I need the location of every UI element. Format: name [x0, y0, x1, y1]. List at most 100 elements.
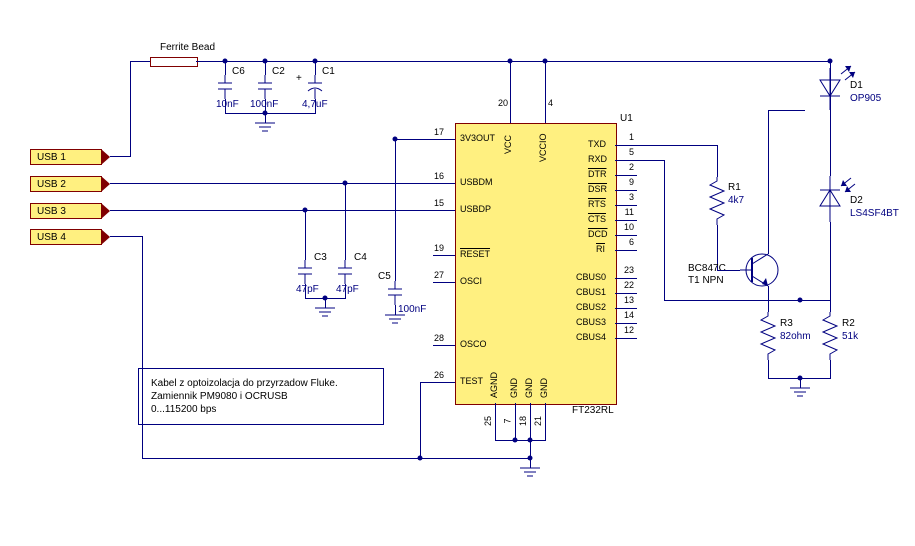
pname-gnd2: GND: [524, 378, 534, 398]
r1-ref: R1: [728, 182, 741, 193]
port-usb1: USB 1: [30, 149, 102, 165]
cap-c1: [308, 75, 322, 99]
pin-17: 17: [434, 127, 444, 137]
c5-ref: C5: [378, 271, 391, 282]
pname-gnd3: GND: [539, 378, 549, 398]
pname-rts: RTS: [588, 199, 606, 209]
d1-val: OP905: [850, 93, 881, 104]
pin-7: 7: [503, 418, 513, 423]
pin-13: 13: [618, 295, 634, 305]
npn-t1: [740, 250, 780, 290]
r1-val: 4k7: [728, 195, 744, 206]
pname-vcc: VCC: [503, 135, 513, 154]
d2-ref: D2: [850, 195, 863, 206]
c4-ref: C4: [354, 252, 367, 263]
pin-19: 19: [434, 243, 444, 253]
pname-reset: RESET: [460, 249, 490, 259]
cap-c4: [338, 260, 352, 284]
pname-cts: CTS: [588, 214, 606, 224]
pin-27: 27: [434, 270, 444, 280]
d1-ref: D1: [850, 80, 863, 91]
pin-18: 18: [518, 416, 528, 426]
pname-3v3: 3V3OUT: [460, 133, 495, 143]
res-r3: [761, 312, 775, 360]
pname-osco: OSCO: [460, 339, 487, 349]
pin-4: 4: [548, 98, 553, 108]
gnd-c34: [315, 308, 335, 320]
port-usb2: USB 2: [30, 176, 102, 192]
c1-ref: C1: [322, 66, 335, 77]
cap-c5: [388, 281, 402, 305]
schematic-canvas: Ferrite Bead C6 10nF C2 100nF + C1 4,7uF: [0, 0, 915, 546]
c3-ref: C3: [314, 252, 327, 263]
pin-26: 26: [434, 370, 444, 380]
pin-6: 6: [622, 237, 634, 247]
pin-25: 25: [483, 416, 493, 426]
r3-val: 82ohm: [780, 331, 811, 342]
pname-cbus4: CBUS4: [576, 332, 606, 342]
led-d1: [805, 68, 855, 110]
pin-14: 14: [618, 310, 634, 320]
c3-val: 47pF: [296, 284, 319, 295]
gnd-ic: [520, 468, 540, 480]
r2-ref: R2: [842, 318, 855, 329]
cap-c3: [298, 260, 312, 284]
ic-u1: [455, 123, 617, 405]
gnd-top: [255, 123, 275, 135]
pin-12: 12: [618, 325, 634, 335]
c6-ref: C6: [232, 66, 245, 77]
note-box: Kabel z optoizolacja do przyrzadow Fluke…: [138, 368, 384, 425]
c1-pol: +: [296, 73, 302, 84]
c6-val: 10nF: [216, 99, 239, 110]
pname-ri: RI: [596, 244, 605, 254]
pname-gnd1: GND: [509, 378, 519, 398]
pin-1: 1: [622, 132, 634, 142]
gnd-right: [790, 388, 810, 400]
pin-23: 23: [618, 265, 634, 275]
pname-cbus2: CBUS2: [576, 302, 606, 312]
pname-txd: TXD: [588, 139, 606, 149]
c4-val: 47pF: [336, 284, 359, 295]
pin-9: 9: [622, 177, 634, 187]
pname-dsr: DSR: [588, 184, 607, 194]
pname-vccio: VCCIO: [538, 133, 548, 162]
note-l2: Zamiennik PM9080 i OCRUSB: [151, 390, 371, 403]
pname-usbdp: USBDP: [460, 204, 491, 214]
c5-val: 100nF: [398, 304, 426, 315]
t1-part: BC847C: [688, 263, 729, 274]
led-d2: [805, 176, 855, 222]
pin-21: 21: [533, 416, 543, 426]
r3-ref: R3: [780, 318, 793, 329]
pin-16: 16: [434, 171, 444, 181]
pname-cbus1: CBUS1: [576, 287, 606, 297]
pname-usbdm: USBDM: [460, 177, 493, 187]
res-r2: [823, 312, 837, 360]
note-l1: Kabel z optoizolacja do przyrzadow Fluke…: [151, 377, 371, 390]
res-r1: [710, 177, 724, 225]
t1-ref: T1 NPN: [688, 275, 724, 286]
pname-cbus3: CBUS3: [576, 317, 606, 327]
pname-osci: OSCI: [460, 276, 482, 286]
u1-part: FT232RL: [572, 405, 614, 416]
ferrite-label: Ferrite Bead: [160, 42, 215, 53]
pname-dtr: DTR: [588, 169, 607, 179]
pin-2: 2: [622, 162, 634, 172]
c2-ref: C2: [272, 66, 285, 77]
ferrite-bead: [150, 57, 198, 67]
port-usb4: USB 4: [30, 229, 102, 245]
pname-test: TEST: [460, 376, 483, 386]
pname-cbus0: CBUS0: [576, 272, 606, 282]
u1-ref: U1: [620, 113, 633, 124]
pin-20: 20: [498, 98, 508, 108]
pname-rxd: RXD: [588, 154, 607, 164]
pin-28: 28: [434, 333, 444, 343]
d2-val: LS4SF4BT: [850, 208, 899, 219]
pin-15: 15: [434, 198, 444, 208]
pin-3: 3: [622, 192, 634, 202]
pin-11: 11: [618, 207, 634, 217]
pname-dcd: DCD: [588, 229, 608, 239]
pin-10: 10: [618, 222, 634, 232]
pin-22: 22: [618, 280, 634, 290]
cap-c2: [258, 75, 272, 99]
note-l3: 0...115200 bps: [151, 403, 371, 416]
